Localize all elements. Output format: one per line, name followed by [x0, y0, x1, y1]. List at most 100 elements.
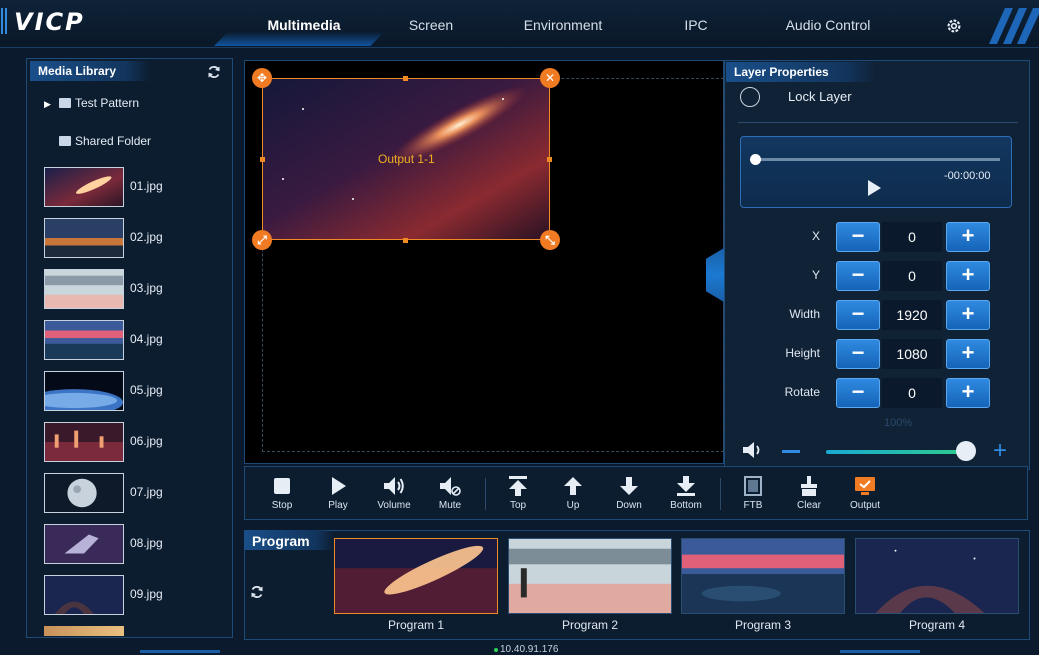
- value-height[interactable]: 1080: [882, 339, 942, 369]
- toolbar-separator: [485, 478, 486, 510]
- prop-label-height: Height: [785, 346, 820, 360]
- move-bottom-button[interactable]: Bottom: [658, 472, 714, 516]
- volume-slider[interactable]: [826, 450, 968, 454]
- media-item-06[interactable]: 06.jpg: [44, 422, 224, 462]
- media-item-02[interactable]: 02.jpg: [44, 218, 224, 258]
- stop-label: Stop: [271, 500, 293, 511]
- player-time: -00:00:00: [944, 170, 991, 182]
- player-progress-knob[interactable]: [750, 154, 761, 165]
- play-icon[interactable]: [868, 180, 881, 196]
- move-handle-icon[interactable]: ✥: [252, 68, 272, 88]
- clear-button[interactable]: Clear: [781, 472, 837, 516]
- top-label: Top: [509, 500, 527, 511]
- clear-label: Clear: [797, 500, 821, 511]
- resize-handle-top[interactable]: [403, 76, 408, 81]
- refresh-icon[interactable]: [207, 65, 221, 79]
- media-thumbnail: [44, 320, 124, 360]
- tab-screen[interactable]: Screen: [386, 12, 476, 42]
- media-item-07[interactable]: 07.jpg: [44, 473, 224, 513]
- program-thumbnail: [681, 538, 845, 614]
- resize-handle-left[interactable]: [260, 157, 265, 162]
- output-label: Output: [849, 500, 881, 511]
- media-item-04[interactable]: 04.jpg: [44, 320, 224, 360]
- decrement-height-button[interactable]: −: [836, 339, 880, 369]
- decrement-x-button[interactable]: −: [836, 222, 880, 252]
- program-item-3[interactable]: Program 3: [681, 538, 845, 636]
- program-item-4[interactable]: Program 4: [855, 538, 1019, 636]
- ftb-icon: [744, 476, 762, 496]
- media-thumbnail: [44, 371, 124, 411]
- output-button[interactable]: Output: [837, 472, 893, 516]
- close-layer-icon[interactable]: ✕: [540, 68, 560, 88]
- media-label: 08.jpg: [130, 536, 163, 550]
- move-down-button[interactable]: Down: [601, 472, 657, 516]
- decrement-rotate-button[interactable]: −: [836, 378, 880, 408]
- resize-handle-right[interactable]: [547, 157, 552, 162]
- program-label: Program 1: [387, 618, 445, 632]
- volume-slider-knob[interactable]: [956, 441, 976, 461]
- media-label: 03.jpg: [130, 281, 163, 295]
- program-title: Program: [244, 530, 334, 550]
- play-button[interactable]: Play: [310, 472, 366, 516]
- player-progress-track[interactable]: [754, 158, 1000, 161]
- resize-handle-bottom[interactable]: [403, 238, 408, 243]
- prop-row-y: Y − 0 +: [740, 261, 1000, 291]
- prop-row-width: Width − 1920 +: [740, 300, 1000, 330]
- value-x[interactable]: 0: [882, 222, 942, 252]
- media-thumbnail-partial: [44, 626, 124, 636]
- program-label: Program 4: [908, 618, 966, 632]
- mute-button[interactable]: Mute: [422, 472, 478, 516]
- down-label: Down: [616, 500, 642, 511]
- resize-handle-bottom-left-icon[interactable]: ⤢: [252, 230, 272, 250]
- move-up-button[interactable]: Up: [545, 472, 601, 516]
- media-label: 04.jpg: [130, 332, 163, 346]
- decrement-width-button[interactable]: −: [836, 300, 880, 330]
- speaker-icon[interactable]: [741, 440, 765, 460]
- bottom-label: Bottom: [670, 500, 702, 511]
- folder-shared-folder[interactable]: Shared Folder: [44, 134, 224, 152]
- volume-decrease-icon[interactable]: [782, 450, 800, 453]
- mute-label: Mute: [438, 500, 462, 511]
- logo-stripes-icon: [1, 8, 7, 34]
- value-width[interactable]: 1920: [882, 300, 942, 330]
- value-y[interactable]: 0: [882, 261, 942, 291]
- volume-label: Volume: [377, 500, 411, 511]
- media-item-01[interactable]: 01.jpg: [44, 167, 224, 207]
- move-top-button[interactable]: Top: [490, 472, 546, 516]
- volume-button[interactable]: Volume: [366, 472, 422, 516]
- increment-height-button[interactable]: +: [946, 339, 990, 369]
- tab-ipc[interactable]: IPC: [666, 12, 726, 42]
- resize-handle-bottom-right-icon[interactable]: ⤡: [540, 230, 560, 250]
- arrow-up-icon: [564, 477, 582, 495]
- program-item-2[interactable]: Program 2: [508, 538, 672, 636]
- increment-rotate-button[interactable]: +: [946, 378, 990, 408]
- value-rotate[interactable]: 0: [882, 378, 942, 408]
- lock-layer-radio[interactable]: [740, 87, 760, 107]
- prop-label-rotate: Rotate: [784, 385, 820, 399]
- media-item-09[interactable]: 09.jpg: [44, 575, 224, 615]
- increment-y-button[interactable]: +: [946, 261, 990, 291]
- tab-environment[interactable]: Environment: [508, 12, 618, 42]
- tab-audio-control[interactable]: Audio Control: [768, 12, 888, 42]
- media-item-08[interactable]: 08.jpg: [44, 524, 224, 564]
- program-item-1[interactable]: Program 1: [334, 538, 498, 636]
- stop-button[interactable]: Stop: [254, 472, 310, 516]
- refresh-icon[interactable]: [250, 585, 264, 599]
- media-label: 09.jpg: [130, 587, 163, 601]
- volume-increase-icon[interactable]: +: [993, 439, 1007, 463]
- gear-icon[interactable]: [945, 17, 963, 35]
- program-thumbnail: [334, 538, 498, 614]
- media-item-03[interactable]: 03.jpg: [44, 269, 224, 309]
- move-top-icon: [509, 476, 527, 496]
- ftb-button[interactable]: FTB: [725, 472, 781, 516]
- expand-arrow-icon[interactable]: ▶: [44, 99, 51, 110]
- folder-test-pattern[interactable]: ▶ Test Pattern: [44, 96, 224, 114]
- footer-decoration: [140, 650, 220, 653]
- tab-multimedia[interactable]: Multimedia: [244, 12, 364, 42]
- decrement-y-button[interactable]: −: [836, 261, 880, 291]
- media-item-05[interactable]: 05.jpg: [44, 371, 224, 411]
- increment-x-button[interactable]: +: [946, 222, 990, 252]
- folder-label: Test Pattern: [75, 96, 140, 110]
- increment-width-button[interactable]: +: [946, 300, 990, 330]
- media-label: 05.jpg: [130, 383, 163, 397]
